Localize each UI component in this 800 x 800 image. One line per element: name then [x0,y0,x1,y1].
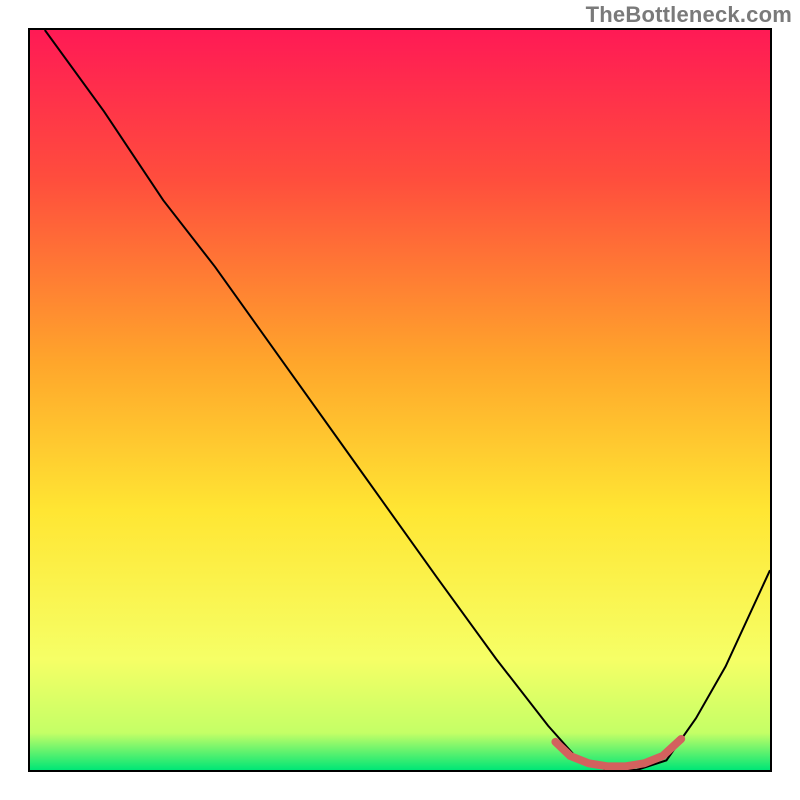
attribution-text: TheBottleneck.com [586,2,792,28]
plot-svg [30,30,770,770]
chart-root: TheBottleneck.com [0,0,800,800]
gradient-background [30,30,770,770]
plot-area [28,28,772,772]
